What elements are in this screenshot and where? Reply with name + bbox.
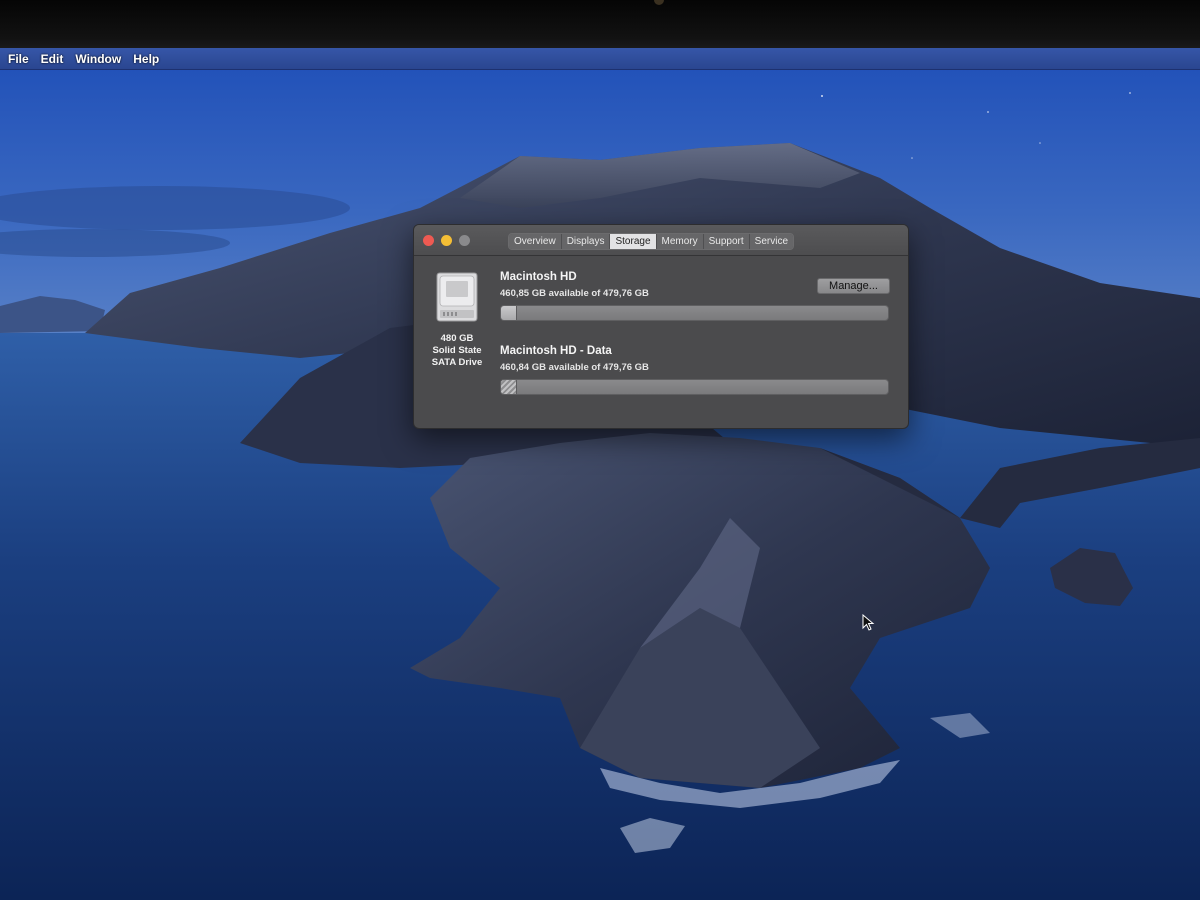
catalina-wallpaper — [0, 48, 1200, 900]
volume-name: Macintosh HD - Data — [500, 345, 612, 357]
drive-type-line2: SATA Drive — [431, 357, 483, 368]
volume-usage-fill — [501, 380, 518, 394]
drive-caption: 480 GB Solid State SATA Drive — [424, 333, 490, 369]
close-button[interactable] — [423, 235, 434, 246]
camera-notch — [654, 0, 664, 5]
tab-bar: Overview Displays Storage Memory Support… — [508, 233, 795, 250]
manage-button[interactable]: Manage... — [817, 278, 890, 294]
menu-file[interactable]: File — [8, 52, 29, 66]
drive-type-line1: Solid State — [432, 345, 482, 356]
hard-drive-icon — [436, 272, 478, 322]
tab-service[interactable]: Service — [749, 234, 794, 249]
volume-available: 460,85 GB available of 479,76 GB — [500, 288, 649, 299]
tab-support[interactable]: Support — [703, 234, 750, 249]
menu-help[interactable]: Help — [133, 52, 159, 66]
menu-bar: File Edit Window Help — [0, 48, 1200, 70]
tab-overview[interactable]: Overview — [509, 234, 562, 249]
minimize-button[interactable] — [441, 235, 452, 246]
zoom-button[interactable] — [459, 235, 470, 246]
volume-usage-fill — [501, 306, 518, 320]
tab-memory[interactable]: Memory — [656, 234, 704, 249]
about-this-mac-window: Overview Displays Storage Memory Support… — [413, 224, 909, 429]
volume-usage-bar — [500, 379, 889, 395]
menu-edit[interactable]: Edit — [41, 52, 64, 66]
volume-available: 460,84 GB available of 479,76 GB — [500, 362, 649, 373]
tab-displays[interactable]: Displays — [561, 234, 611, 249]
volume-name: Macintosh HD — [500, 271, 577, 283]
mouse-cursor-icon — [862, 614, 875, 631]
volume-usage-bar — [500, 305, 889, 321]
desktop: File Edit Window Help Overview Displays … — [0, 48, 1200, 900]
drive-capacity: 480 GB — [440, 333, 474, 344]
window-titlebar[interactable]: Overview Displays Storage Memory Support… — [414, 225, 908, 256]
menu-window[interactable]: Window — [75, 52, 121, 66]
tab-storage[interactable]: Storage — [610, 234, 657, 249]
screen-bezel — [0, 0, 1200, 48]
